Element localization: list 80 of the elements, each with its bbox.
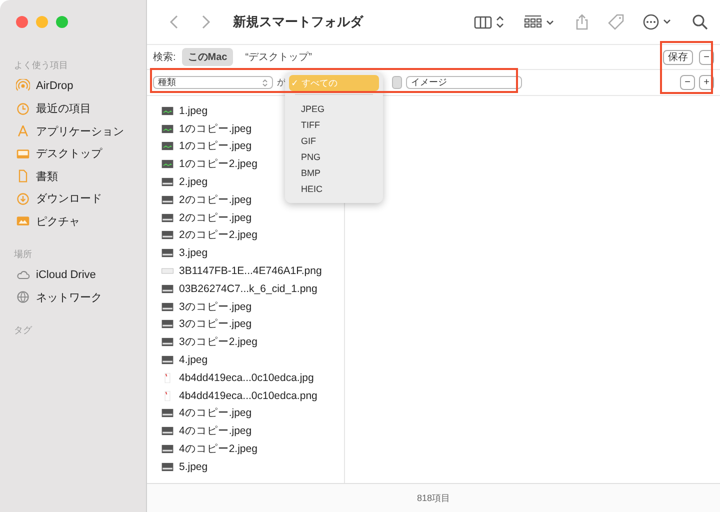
stepper-icon [262,78,268,88]
menu-item[interactable]: HEIC [289,181,379,197]
file-item[interactable]: 03B26274C7...k_6_cid_1.png [161,280,344,298]
thumbnail-icon [161,141,174,152]
download-icon [16,192,30,206]
zoom-button[interactable] [56,16,68,28]
thumbnail-icon [161,426,174,436]
item-count: 818項目 [416,492,450,504]
tag-icon[interactable] [608,14,624,30]
thumbnail-icon [161,408,174,418]
grid-icon[interactable] [524,14,556,30]
clock-icon [16,102,30,116]
thumbnail-icon [161,194,174,205]
scope-button[interactable]: “デスクトップ” [239,48,318,66]
thumbnail-icon [161,159,174,170]
file-item[interactable]: 4b4dd419eca...0c10edca.jpg [161,368,344,387]
thumbnail-icon [161,230,174,240]
sidebar-item[interactable]: iCloud Drive [8,264,146,286]
sidebar-heading: タグ [13,324,33,336]
thumbnail-icon [161,248,174,258]
file-item[interactable]: 2のコピー2.jpeg [161,226,344,244]
search-label: 検索: [153,50,176,64]
minimize-button[interactable] [36,16,48,28]
thumbnail-icon [161,337,174,348]
globe-icon [16,290,30,304]
attribute-popup[interactable]: 種類 [153,76,273,89]
sidebar-item[interactable]: AirDrop [8,75,146,98]
file-item[interactable]: 5.jpeg [161,458,344,476]
apps-icon [16,124,30,138]
file-item[interactable]: 3のコピー.jpeg [161,316,344,334]
sidebar-item[interactable]: アプリケーション [8,120,146,142]
thumbnail-icon [161,212,174,223]
menu-item[interactable]: BMP [289,165,379,181]
menu-item[interactable]: TIFF [289,117,379,133]
thumbnail-icon [161,124,174,134]
column-view-icon[interactable] [474,14,506,30]
menu-item[interactable]: JPEG [289,101,379,117]
menu-item[interactable]: GIF [289,133,379,149]
sidebar-heading: 場所 [13,248,33,260]
sidebar-item[interactable]: ネットワーク [8,286,146,308]
sidebar-item[interactable]: デスクトップ [8,142,146,165]
desktop-icon [16,146,30,161]
sidebar-item[interactable]: ピクチャ [8,210,146,232]
search-icon[interactable] [692,14,708,30]
file-item[interactable]: 4b4dd419eca...0c10edca.png [161,386,344,405]
value-popup[interactable]: イメージ [406,76,522,89]
thumbnail-icon [161,462,174,472]
window-title: 新規スマートフォルダ [233,13,363,31]
file-item[interactable]: 3.jpeg [161,244,344,262]
menu-item[interactable]: PNG [289,149,379,165]
highlight-box [660,41,713,94]
file-item[interactable]: 4のコピー.jpeg [161,422,344,440]
file-item[interactable]: 4のコピー2.jpeg [161,440,344,458]
file-item[interactable]: 3のコピー2.jpeg [161,333,344,352]
file-item[interactable]: 4のコピー.jpeg [161,404,344,422]
stepper-button[interactable] [392,76,402,89]
doc-icon [16,169,30,184]
thumbnail-icon [161,302,174,312]
share-icon[interactable] [574,14,590,30]
scope-button[interactable]: このMac [182,48,234,66]
remove-button[interactable]: − [680,75,695,90]
thumbnail-icon [161,266,174,276]
thumbnail-icon [161,284,174,294]
sidebar-item[interactable]: 最近の項目 [8,98,146,120]
file-item[interactable]: 2のコピー.jpeg [161,208,344,227]
sidebar-item[interactable]: ダウンロード [8,188,146,210]
airdrop-icon [16,79,30,94]
sidebar-heading: よく使う項目 [13,59,69,72]
thumbnail-icon [161,319,174,330]
thumbnail-icon [161,177,174,188]
save-button[interactable]: 保存 [663,50,693,64]
sidebar-item[interactable]: 書類 [8,165,146,188]
picture-icon [16,214,30,228]
file-item[interactable]: 3B1147FB-1E...4E746A1F.png [161,262,344,280]
file-item[interactable]: 3のコピー.jpeg [161,298,344,316]
thumbnail-icon [161,444,174,454]
file-item[interactable]: 4.jpeg [161,351,344,369]
thumbnail-icon [161,355,174,366]
thumbnail-icon [161,106,174,116]
close-button[interactable] [16,16,28,28]
